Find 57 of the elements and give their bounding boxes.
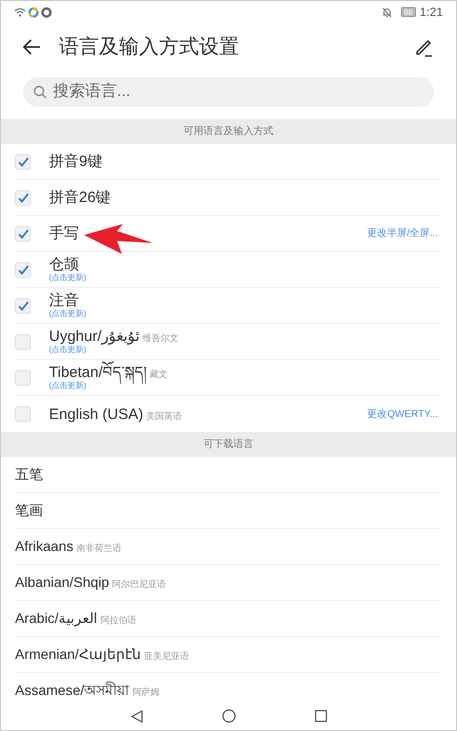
language-native-name: 亚美尼亚语 <box>144 650 189 663</box>
wifi-icon <box>14 7 26 17</box>
back-nav-icon[interactable] <box>130 710 142 722</box>
section-header: 可下载语言 <box>1 432 456 457</box>
edit-icon[interactable] <box>414 37 434 57</box>
language-row[interactable]: Afrikaans 南非荷兰语 <box>15 529 442 565</box>
language-label: 手写 <box>49 226 79 241</box>
language-label: 仓颉 <box>49 257 79 272</box>
checkbox[interactable] <box>15 190 31 206</box>
language-row[interactable]: Tibetan/བོད་སྐད། 藏文 (点击更新) <box>15 360 442 396</box>
page-title: 语言及输入方式设置 <box>59 35 240 60</box>
language-row[interactable]: 注音 (点击更新) <box>15 288 442 324</box>
status-time: 1:21 <box>420 4 443 21</box>
language-row[interactable]: 笔画 <box>15 493 442 529</box>
language-row[interactable]: 五笔 <box>15 457 442 493</box>
language-row[interactable]: 拼音9键 <box>15 144 442 180</box>
app-icon <box>41 6 52 18</box>
language-label: 五笔 <box>15 465 43 484</box>
language-label: 拼音9键 <box>49 154 102 169</box>
checkbox[interactable] <box>15 262 31 278</box>
language-native-name: 藏文 <box>150 370 168 379</box>
language-native-name: 美国英语 <box>146 412 182 420</box>
language-native-name: 阿萨姆 <box>132 686 160 699</box>
language-label: 注音 <box>49 293 79 308</box>
language-native-name: 阿尔巴尼亚语 <box>112 578 166 591</box>
language-native-name: 阿拉伯语 <box>100 614 137 627</box>
checkbox[interactable] <box>15 406 31 422</box>
language-row[interactable]: English (USA) 美国英语 更改QWERTY... <box>15 396 442 432</box>
checkbox[interactable] <box>15 334 31 350</box>
checkbox[interactable] <box>15 226 31 242</box>
language-label: 拼音26键 <box>49 190 111 205</box>
language-row[interactable]: Armenian/Հայերէն 亚美尼亚语 <box>15 637 442 673</box>
language-label: 笔画 <box>15 501 43 520</box>
recents-nav-icon[interactable] <box>314 710 326 722</box>
language-label: Albanian/Shqip <box>15 573 110 592</box>
language-label: Uyghur/ئۇيغۇر <box>49 329 140 344</box>
bell-off-icon <box>382 6 392 18</box>
language-label: English (USA) <box>49 406 144 422</box>
section-header: 可用语言及输入方式 <box>1 119 456 144</box>
language-label: Afrikaans <box>15 537 74 556</box>
battery-icon: 98 <box>400 7 416 17</box>
back-icon[interactable] <box>23 39 41 55</box>
search-field[interactable]: 搜索语言... <box>23 77 434 107</box>
language-label: Arabic/العربية <box>15 609 98 628</box>
language-label: Assamese/অসমীয়া <box>15 680 130 700</box>
arrow-annotation <box>83 223 155 255</box>
language-row[interactable]: 拼音26键 <box>15 180 442 216</box>
checkbox[interactable] <box>15 370 31 386</box>
checkbox[interactable] <box>15 154 31 170</box>
checkbox[interactable] <box>15 298 31 314</box>
language-native-name: 南非荷兰语 <box>76 542 122 555</box>
language-row[interactable]: 仓颉 (点击更新) <box>15 252 442 288</box>
app-icon <box>28 6 39 18</box>
home-nav-icon[interactable] <box>222 709 236 723</box>
language-row[interactable]: Albanian/Shqip 阿尔巴尼亚语 <box>15 565 442 601</box>
language-label: Armenian/Հայերէն <box>15 645 141 664</box>
language-native-name: 维吾尔文 <box>142 334 179 343</box>
